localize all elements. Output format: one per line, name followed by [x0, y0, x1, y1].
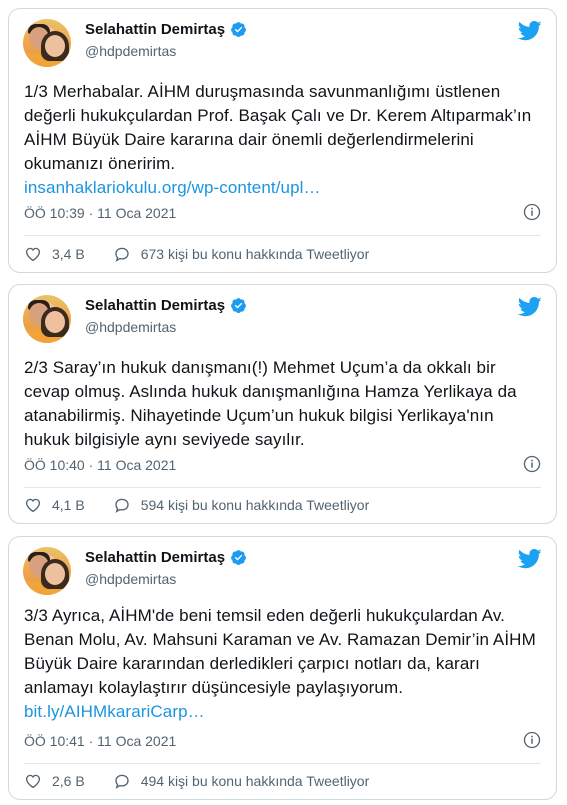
- like-count: 4,1 B: [52, 497, 85, 513]
- tweet-timestamp[interactable]: ÖÖ 10:39 · 11 Oca 2021: [24, 205, 176, 221]
- heart-icon: [25, 247, 41, 262]
- like-button[interactable]: 2,6 B: [24, 772, 85, 790]
- author-handle[interactable]: @hdpdemirtas: [85, 43, 176, 59]
- author-name[interactable]: Selahattin Demirtaş: [85, 297, 225, 314]
- info-icon[interactable]: [523, 455, 541, 473]
- avatar[interactable]: [23, 295, 71, 343]
- info-icon[interactable]: [523, 731, 541, 749]
- speech-bubble-icon: [115, 498, 129, 513]
- like-count: 2,6 B: [52, 773, 85, 789]
- tweet-card-1[interactable]: Selahattin Demirtaş @hdpdemirtas 1/3 Mer…: [8, 8, 557, 273]
- verified-badge-icon: [231, 550, 246, 565]
- info-icon[interactable]: [523, 203, 541, 221]
- discussion-link[interactable]: 494 kişi bu konu hakkında Tweetliyor: [113, 772, 370, 790]
- author-handle[interactable]: @hdpdemirtas: [85, 571, 176, 587]
- tweet-link[interactable]: bit.ly/AIHMkarariCarp…: [24, 702, 205, 721]
- tweet-text: 2/3 Saray’ın hukuk danışmanı(!) Mehmet U…: [24, 358, 522, 449]
- like-button[interactable]: 3,4 B: [24, 245, 85, 263]
- tweet-timestamp[interactable]: ÖÖ 10:40 · 11 Oca 2021: [24, 457, 176, 473]
- verified-badge-icon: [231, 22, 246, 37]
- tweet-timestamp[interactable]: ÖÖ 10:41 · 11 Oca 2021: [24, 733, 176, 749]
- twitter-bird-icon[interactable]: [518, 549, 542, 569]
- like-count: 3,4 B: [52, 246, 85, 262]
- author-name[interactable]: Selahattin Demirtaş: [85, 549, 225, 566]
- tweet-text: 3/3 Ayrıca, AİHM'de beni temsil eden değ…: [24, 606, 541, 721]
- like-button[interactable]: 4,1 B: [24, 496, 85, 514]
- twitter-bird-icon[interactable]: [518, 21, 542, 41]
- speech-bubble-icon: [115, 774, 129, 789]
- discussion-text: 494 kişi bu konu hakkında Tweetliyor: [140, 773, 370, 789]
- heart-icon: [25, 498, 41, 513]
- avatar[interactable]: [23, 547, 71, 595]
- author-name[interactable]: Selahattin Demirtaş: [85, 21, 225, 38]
- speech-bubble-icon: [115, 247, 129, 262]
- discussion-text: 594 kişi bu konu hakkında Tweetliyor: [140, 497, 370, 513]
- twitter-bird-icon[interactable]: [518, 297, 542, 317]
- tweet-card-2[interactable]: Selahattin Demirtaş @hdpdemirtas 2/3 Sar…: [8, 284, 557, 524]
- discussion-text: 673 kişi bu konu hakkında Tweetliyor: [140, 246, 370, 262]
- avatar[interactable]: [23, 19, 71, 67]
- tweet-link[interactable]: insanhaklariokulu.org/wp-content/upl…: [24, 178, 321, 197]
- discussion-link[interactable]: 673 kişi bu konu hakkında Tweetliyor: [113, 245, 370, 263]
- discussion-link[interactable]: 594 kişi bu konu hakkında Tweetliyor: [113, 496, 370, 514]
- author-handle[interactable]: @hdpdemirtas: [85, 319, 176, 335]
- verified-badge-icon: [231, 298, 246, 313]
- tweet-text: 1/3 Merhabalar. AİHM duruşmasında savunm…: [24, 82, 536, 197]
- tweet-card-3[interactable]: Selahattin Demirtaş @hdpdemirtas 3/3 Ayr…: [8, 536, 557, 800]
- heart-icon: [25, 774, 41, 789]
